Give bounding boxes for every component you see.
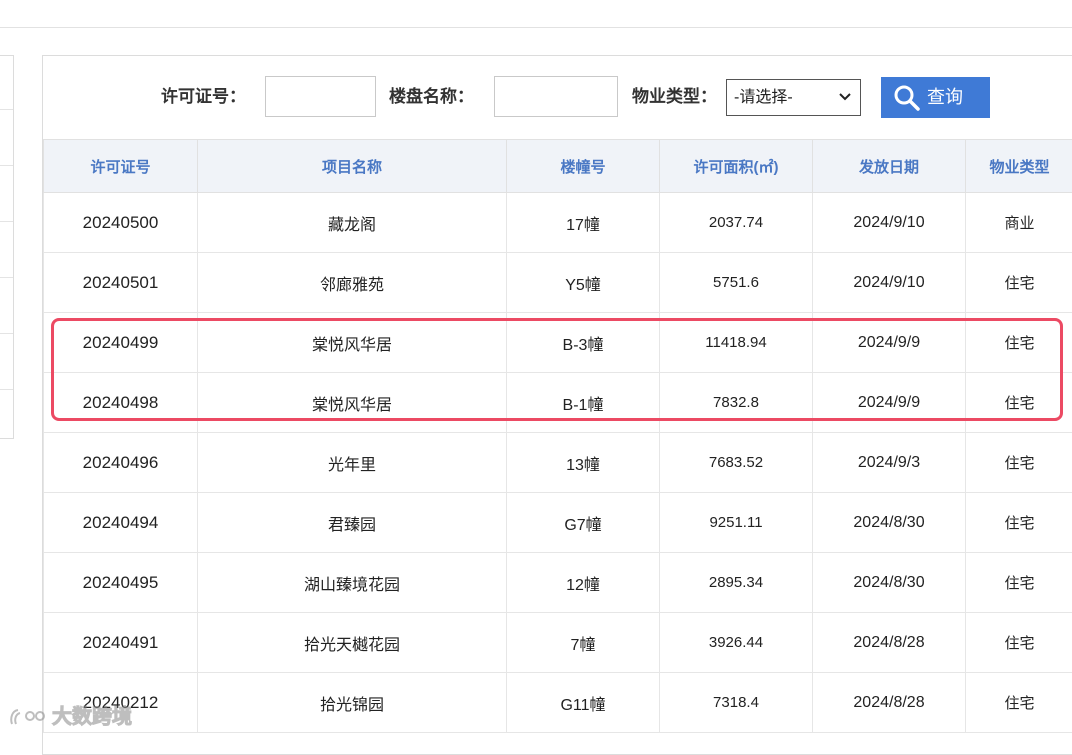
cell-permit-area: 5751.6 <box>660 253 813 313</box>
table-row[interactable]: 20240495 湖山臻境花园 12幢 2895.34 2024/8/30 住宅 <box>44 553 1072 613</box>
cell-building-no: 7幢 <box>507 613 660 673</box>
column-header-issue-date[interactable]: 发放日期 <box>813 140 966 193</box>
cell-permit-no: 20240500 <box>44 193 198 253</box>
query-button[interactable]: 查询 <box>881 77 990 118</box>
cell-project-name[interactable]: 拾光锦园 <box>198 673 507 733</box>
sidebar-divider <box>0 333 13 334</box>
property-type-select[interactable]: -请选择- <box>726 79 861 116</box>
cell-permit-area: 7832.8 <box>660 373 813 433</box>
cell-project-name[interactable]: 君臻园 <box>198 493 507 553</box>
cell-permit-area: 7318.4 <box>660 673 813 733</box>
sidebar-divider <box>0 389 13 390</box>
table-row[interactable]: 20240212 拾光锦园 G11幢 7318.4 2024/8/28 住宅 <box>44 673 1072 733</box>
cell-building-no: B-1幢 <box>507 373 660 433</box>
cell-building-no: 17幢 <box>507 193 660 253</box>
cell-permit-no: 20240496 <box>44 433 198 493</box>
table-row[interactable]: 20240491 拾光天樾花园 7幢 3926.44 2024/8/28 住宅 <box>44 613 1072 673</box>
table-row[interactable]: 20240494 君臻园 G7幢 9251.11 2024/8/30 住宅 <box>44 493 1072 553</box>
cell-project-name[interactable]: 棠悦风华居 <box>198 373 507 433</box>
table-row[interactable]: 20240499 棠悦风华居 B-3幢 11418.94 2024/9/9 住宅 <box>44 313 1072 373</box>
cell-issue-date: 2024/8/28 <box>813 673 966 733</box>
cell-building-no: G11幢 <box>507 673 660 733</box>
cell-permit-no: 20240495 <box>44 553 198 613</box>
permit-no-label: 许可证号： <box>161 86 246 108</box>
cell-permit-area: 7683.52 <box>660 433 813 493</box>
cell-project-name[interactable]: 邻廊雅苑 <box>198 253 507 313</box>
cell-building-no: 12幢 <box>507 553 660 613</box>
query-button-label: 查询 <box>927 86 963 108</box>
column-header-property-type[interactable]: 物业类型 <box>966 140 1072 193</box>
column-header-permit-no[interactable]: 许可证号 <box>44 140 198 193</box>
cell-building-no: Y5幢 <box>507 253 660 313</box>
table-row[interactable]: 20240498 棠悦风华居 B-1幢 7832.8 2024/9/9 住宅 <box>44 373 1072 433</box>
cell-property-type: 住宅 <box>966 613 1072 673</box>
cell-permit-no: 20240491 <box>44 613 198 673</box>
column-header-permit-area[interactable]: 许可面积(㎡) <box>660 140 813 193</box>
search-icon <box>893 84 921 112</box>
cell-permit-area: 11418.94 <box>660 313 813 373</box>
cell-building-no: G7幢 <box>507 493 660 553</box>
cell-project-name[interactable]: 光年里 <box>198 433 507 493</box>
table-row[interactable]: 20240501 邻廊雅苑 Y5幢 5751.6 2024/9/10 住宅 <box>44 253 1072 313</box>
cell-project-name[interactable]: 棠悦风华居 <box>198 313 507 373</box>
cell-project-name[interactable]: 藏龙阁 <box>198 193 507 253</box>
table-header-row: 许可证号 项目名称 楼幢号 许可面积(㎡) 发放日期 物业类型 <box>44 140 1072 193</box>
search-form: 许可证号： 楼盘名称： 物业类型： -请选择- 查询 <box>43 56 1072 139</box>
project-name-label: 楼盘名称： <box>389 86 474 108</box>
cell-permit-area: 2037.74 <box>660 193 813 253</box>
column-header-building-no[interactable]: 楼幢号 <box>507 140 660 193</box>
cell-property-type: 住宅 <box>966 673 1072 733</box>
column-header-project-name[interactable]: 项目名称 <box>198 140 507 193</box>
property-type-selected: -请选择- <box>734 89 793 106</box>
cell-permit-no: 20240494 <box>44 493 198 553</box>
cell-permit-no: 20240498 <box>44 373 198 433</box>
cell-property-type: 商业 <box>966 193 1072 253</box>
results-panel: 许可证号： 楼盘名称： 物业类型： -请选择- 查询 <box>42 55 1072 755</box>
cell-permit-area: 2895.34 <box>660 553 813 613</box>
sidebar-divider <box>0 221 13 222</box>
project-name-input[interactable] <box>494 76 618 117</box>
watermark-logo-icon <box>8 706 48 728</box>
sidebar-divider <box>0 165 13 166</box>
left-sidebar-fragment <box>0 55 14 439</box>
cell-issue-date: 2024/8/30 <box>813 553 966 613</box>
sidebar-divider <box>0 277 13 278</box>
cell-property-type: 住宅 <box>966 253 1072 313</box>
cell-property-type: 住宅 <box>966 313 1072 373</box>
permit-table: 许可证号 项目名称 楼幢号 许可面积(㎡) 发放日期 物业类型 20240500… <box>43 139 1072 733</box>
cell-issue-date: 2024/8/28 <box>813 613 966 673</box>
permit-no-input[interactable] <box>265 76 376 117</box>
cell-property-type: 住宅 <box>966 373 1072 433</box>
cell-property-type: 住宅 <box>966 493 1072 553</box>
sidebar-divider <box>0 109 13 110</box>
cell-building-no: B-3幢 <box>507 313 660 373</box>
cell-issue-date: 2024/9/9 <box>813 373 966 433</box>
cell-project-name[interactable]: 湖山臻境花园 <box>198 553 507 613</box>
chevron-down-icon <box>838 88 852 106</box>
cell-permit-area: 9251.11 <box>660 493 813 553</box>
cell-issue-date: 2024/9/10 <box>813 253 966 313</box>
top-divider <box>0 27 1072 28</box>
cell-issue-date: 2024/9/3 <box>813 433 966 493</box>
cell-permit-no: 20240501 <box>44 253 198 313</box>
table-row[interactable]: 20240500 藏龙阁 17幢 2037.74 2024/9/10 商业 <box>44 193 1072 253</box>
cell-permit-no: 20240499 <box>44 313 198 373</box>
cell-permit-area: 3926.44 <box>660 613 813 673</box>
cell-project-name[interactable]: 拾光天樾花园 <box>198 613 507 673</box>
cell-building-no: 13幢 <box>507 433 660 493</box>
property-type-label: 物业类型： <box>632 86 717 108</box>
table-row[interactable]: 20240496 光年里 13幢 7683.52 2024/9/3 住宅 <box>44 433 1072 493</box>
watermark-text: 大数跨境 <box>52 704 132 730</box>
cell-issue-date: 2024/8/30 <box>813 493 966 553</box>
cell-property-type: 住宅 <box>966 433 1072 493</box>
cell-issue-date: 2024/9/10 <box>813 193 966 253</box>
cell-property-type: 住宅 <box>966 553 1072 613</box>
cell-issue-date: 2024/9/9 <box>813 313 966 373</box>
